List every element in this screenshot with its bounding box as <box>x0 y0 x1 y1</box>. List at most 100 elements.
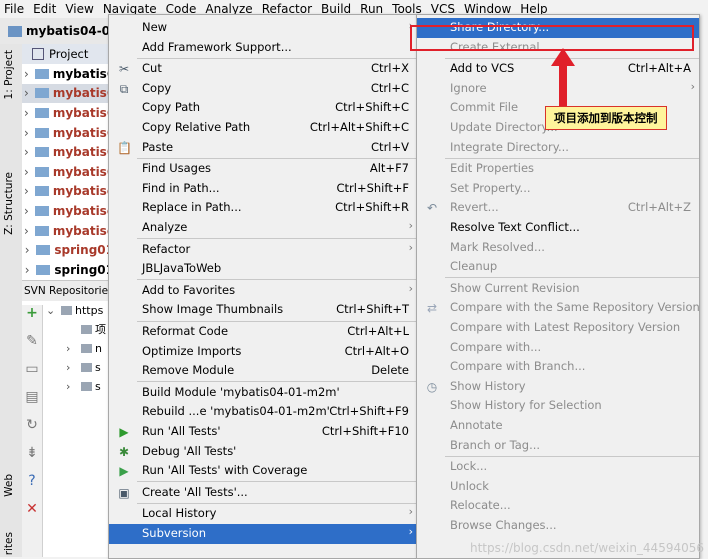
menu-item-find-usages[interactable]: Find Usages Alt+F7 <box>109 159 417 179</box>
chevron-icon[interactable]: ⌄ <box>46 304 58 317</box>
menu-item-relocate[interactable]: Relocate... <box>417 496 699 516</box>
tab-project[interactable]: 1: Project <box>3 50 15 99</box>
split-icon[interactable]: ⇟ <box>22 445 42 473</box>
menu-item-copy-path[interactable]: Copy Path Ctrl+Shift+C <box>109 98 417 118</box>
tab-structure[interactable]: Z: Structure <box>3 172 15 235</box>
menu-item-local-history[interactable]: Local History › <box>109 504 417 524</box>
menu-item-show-history[interactable]: ◷ Show History <box>417 377 699 397</box>
submenu-arrow-icon: › <box>408 525 413 538</box>
tree-item[interactable]: › mybatisC <box>22 103 114 123</box>
tab-favorites[interactable]: rites <box>3 532 15 555</box>
menu-item-run-all-tests-with-coverage[interactable]: ▶ Run 'All Tests' with Coverage <box>109 461 417 481</box>
chevron-right-icon[interactable]: › <box>24 106 29 120</box>
menu-item-compare-with-the-same-repository-version[interactable]: ⇄ Compare with the Same Repository Versio… <box>417 298 700 318</box>
svn-tree-item[interactable]: ⌄ https <box>42 301 114 320</box>
chevron-right-icon[interactable]: › <box>24 243 30 257</box>
chevron-right-icon[interactable]: › <box>24 67 29 81</box>
svn-tree-item[interactable]: › n <box>42 339 114 358</box>
chevron-right-icon[interactable]: › <box>24 86 29 100</box>
menu-item-integrate-directory[interactable]: Integrate Directory... <box>417 138 699 158</box>
chevron-icon[interactable]: › <box>66 380 78 393</box>
menu-item-show-current-revision[interactable]: Show Current Revision <box>417 279 699 299</box>
menu-item-refactor[interactable]: Refactor › <box>109 240 417 260</box>
menu-item-debug-all-tests[interactable]: ✱ Debug 'All Tests' <box>109 442 417 462</box>
chevron-icon[interactable]: › <box>66 342 78 355</box>
menu-item-subversion[interactable]: Subversion › <box>109 524 417 544</box>
menu-item-add-to-favorites[interactable]: Add to Favorites › <box>109 281 417 301</box>
menu-item-compare-with-latest-repository-version[interactable]: Compare with Latest Repository Version <box>417 318 699 338</box>
tree-item[interactable]: › mybatisC <box>22 123 114 143</box>
tree-item[interactable]: › mybatise <box>22 201 114 221</box>
menu-item-cut[interactable]: ✂ Cut Ctrl+X <box>109 59 417 79</box>
menu-item-label: Optimize Imports <box>142 343 242 358</box>
tree-item[interactable]: › mybatise <box>22 182 114 202</box>
menu-item-unlock[interactable]: Unlock <box>417 477 699 497</box>
menu-item-show-history-for-selection[interactable]: Show History for Selection <box>417 396 699 416</box>
menu-item-add-framework-support[interactable]: Add Framework Support... <box>109 38 417 58</box>
svn-tree-item-label: s <box>95 379 101 393</box>
menu-item-rebuild-e-mybatis04-01-m2m[interactable]: Rebuild ...e 'mybatis04-01-m2m' Ctrl+Shif… <box>109 402 417 422</box>
menu-item-edit-properties[interactable]: Edit Properties <box>417 159 699 179</box>
menu-item-run-all-tests[interactable]: ▶ Run 'All Tests' Ctrl+Shift+F10 <box>109 422 417 442</box>
tree-item[interactable]: › mybatisC <box>22 64 114 84</box>
tree-item[interactable]: › mybatisC <box>22 162 114 182</box>
tab-web[interactable]: Web <box>3 474 15 497</box>
menu-view[interactable]: View <box>61 2 98 16</box>
menu-item-set-property[interactable]: Set Property... <box>417 179 699 199</box>
menu-item-paste[interactable]: 📋 Paste Ctrl+V <box>109 138 417 158</box>
collapse-icon[interactable]: ▭ <box>22 361 42 389</box>
menu-item-cleanup[interactable]: Cleanup <box>417 257 699 277</box>
svn-tree-item[interactable]: › s <box>42 377 114 396</box>
menu-item-compare-with-branch[interactable]: Compare with Branch... <box>417 357 699 377</box>
chevron-right-icon[interactable]: › <box>24 165 29 179</box>
menu-item-revert[interactable]: ↶ Revert... Ctrl+Alt+Z <box>417 198 699 218</box>
menu-item-build-module-mybatis04-01-m2m[interactable]: Build Module 'mybatis04-01-m2m' <box>109 383 417 403</box>
menu-item-branch-or-tag[interactable]: Branch or Tag... <box>417 436 699 456</box>
chevron-right-icon[interactable]: › <box>24 126 29 140</box>
chevron-right-icon[interactable]: › <box>24 204 29 218</box>
project-header[interactable]: Project <box>22 44 114 64</box>
menu-item-show-image-thumbnails[interactable]: Show Image Thumbnails Ctrl+Shift+T <box>109 300 417 320</box>
help-icon[interactable]: ? <box>22 473 42 501</box>
menu-item-jbljavatoweb[interactable]: JBLJavaToWeb <box>109 259 417 279</box>
menu-item-resolve-text-conflict[interactable]: Resolve Text Conflict... <box>417 218 699 238</box>
chevron-right-icon[interactable]: › <box>24 145 29 159</box>
menu-edit[interactable]: Edit <box>29 2 61 16</box>
close-icon[interactable]: ✕ <box>22 501 42 529</box>
menu-item-replace-in-path[interactable]: Replace in Path... Ctrl+Shift+R <box>109 198 417 218</box>
svn-tree-item[interactable]: 项 <box>42 320 114 339</box>
tree-item[interactable]: › mybatisC <box>22 83 114 104</box>
menu-item-create-all-tests[interactable]: ▣ Create 'All Tests'... <box>109 483 417 503</box>
add-icon[interactable]: + <box>22 305 42 333</box>
menu-item-annotate[interactable]: Annotate <box>417 416 699 436</box>
refresh-icon[interactable]: ↻ <box>22 417 42 445</box>
menu-item-copy-relative-path[interactable]: Copy Relative Path Ctrl+Alt+Shift+C <box>109 118 417 138</box>
svn-repositories-header[interactable]: SVN Repositories <box>22 279 114 301</box>
tree-item[interactable]: › spring01 <box>22 260 114 280</box>
menu-item-optimize-imports[interactable]: Optimize Imports Ctrl+Alt+O <box>109 342 417 362</box>
menu-item-analyze[interactable]: Analyze › <box>109 218 417 238</box>
menu-file[interactable]: File <box>0 2 29 16</box>
menu-item-lock[interactable]: Lock... <box>417 457 699 477</box>
menu-item-compare-with[interactable]: Compare with... <box>417 338 699 358</box>
edit-icon[interactable]: ✎ <box>22 333 42 361</box>
menu-item-label: Copy <box>142 80 172 95</box>
chevron-right-icon[interactable]: › <box>24 263 30 277</box>
menu-item-copy[interactable]: ⧉ Copy Ctrl+C <box>109 79 417 99</box>
svn-tree-item[interactable]: › s <box>42 358 114 377</box>
page-icon[interactable]: ▤ <box>22 389 42 417</box>
tree-item[interactable]: › spring01 <box>22 240 114 260</box>
menu-item-remove-module[interactable]: Remove Module Delete <box>109 361 417 381</box>
menu-item-reformat-code[interactable]: Reformat Code Ctrl+Alt+L <box>109 322 417 342</box>
chevron-right-icon[interactable]: › <box>24 184 29 198</box>
menu-item-find-in-path[interactable]: Find in Path... Ctrl+Shift+F <box>109 179 417 199</box>
module-folder-icon <box>34 68 49 79</box>
menu-item-new[interactable]: New › <box>109 18 417 38</box>
menu-item-browse-changes[interactable]: Browse Changes... <box>417 516 699 536</box>
folder-icon <box>81 362 92 372</box>
tree-item[interactable]: › mybatise <box>22 221 114 241</box>
menu-item-mark-resolved[interactable]: Mark Resolved... <box>417 238 699 258</box>
chevron-icon[interactable]: › <box>66 361 78 374</box>
chevron-right-icon[interactable]: › <box>24 224 29 238</box>
tree-item[interactable]: › mybatisC <box>22 142 114 162</box>
